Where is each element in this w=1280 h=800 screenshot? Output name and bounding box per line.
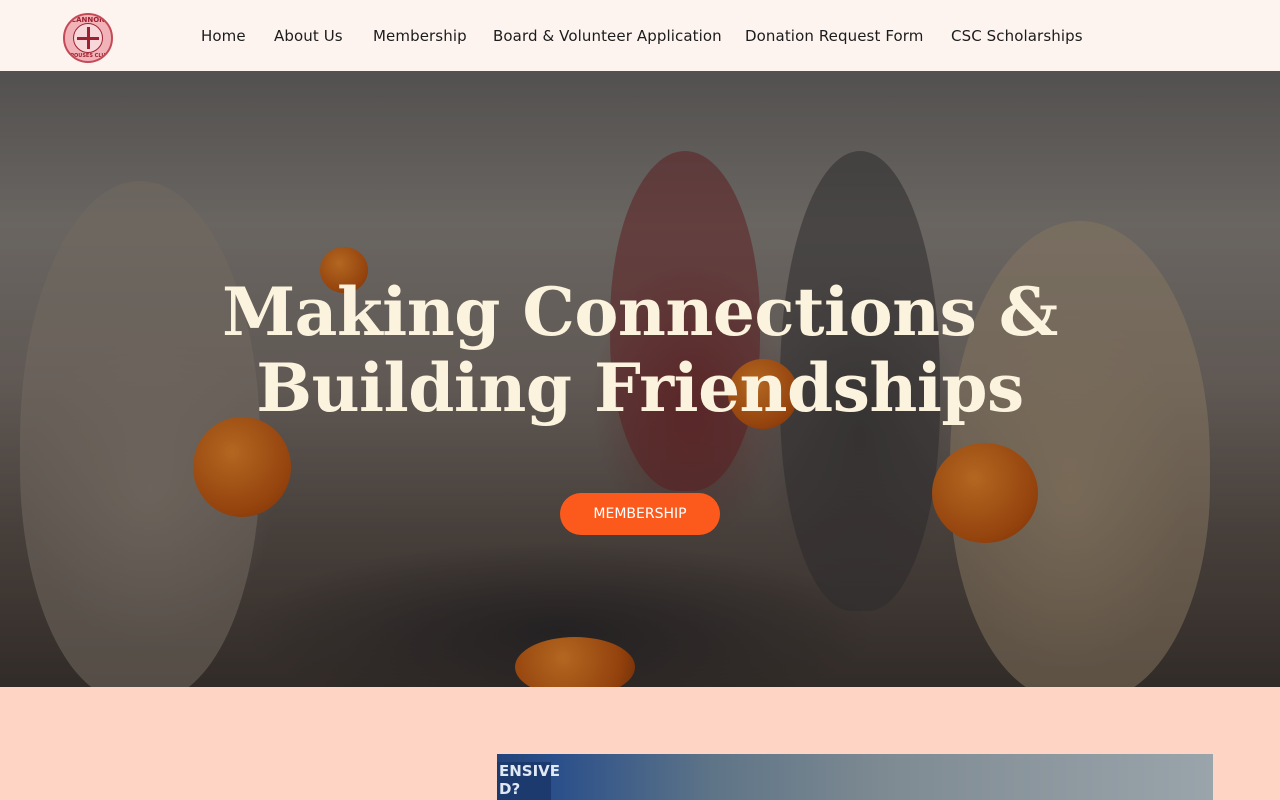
hero-title: Making Connections & Building Friendship… xyxy=(0,274,1280,426)
hero-title-line-1: Making Connections & xyxy=(222,273,1058,351)
site-logo[interactable]: CANNON SPOUSES CLUB xyxy=(63,13,113,63)
photo-sign-text: ENSIVE D? xyxy=(497,762,561,800)
hero-section: Making Connections & Building Friendship… xyxy=(0,71,1280,687)
lower-section-photo: ENSIVE D? xyxy=(497,754,1213,800)
nav-item-csc-scholarships[interactable]: CSC Scholarships xyxy=(951,27,1083,45)
nav-item-home[interactable]: Home xyxy=(201,27,246,45)
hero-title-line-2: Building Friendships xyxy=(256,349,1024,427)
membership-button[interactable]: MEMBERSHIP xyxy=(560,493,720,535)
nav-item-about-us[interactable]: About Us xyxy=(274,27,343,45)
nav-item-board-volunteer-application[interactable]: Board & Volunteer Application xyxy=(493,27,722,45)
zia-symbol-icon xyxy=(73,23,103,53)
nav-item-donation-request-form[interactable]: Donation Request Form xyxy=(745,27,924,45)
site-header: CANNON SPOUSES CLUB Home About Us Member… xyxy=(0,0,1280,71)
nav-item-membership[interactable]: Membership xyxy=(373,27,467,45)
logo-bottom-text: SPOUSES CLUB xyxy=(66,53,110,59)
